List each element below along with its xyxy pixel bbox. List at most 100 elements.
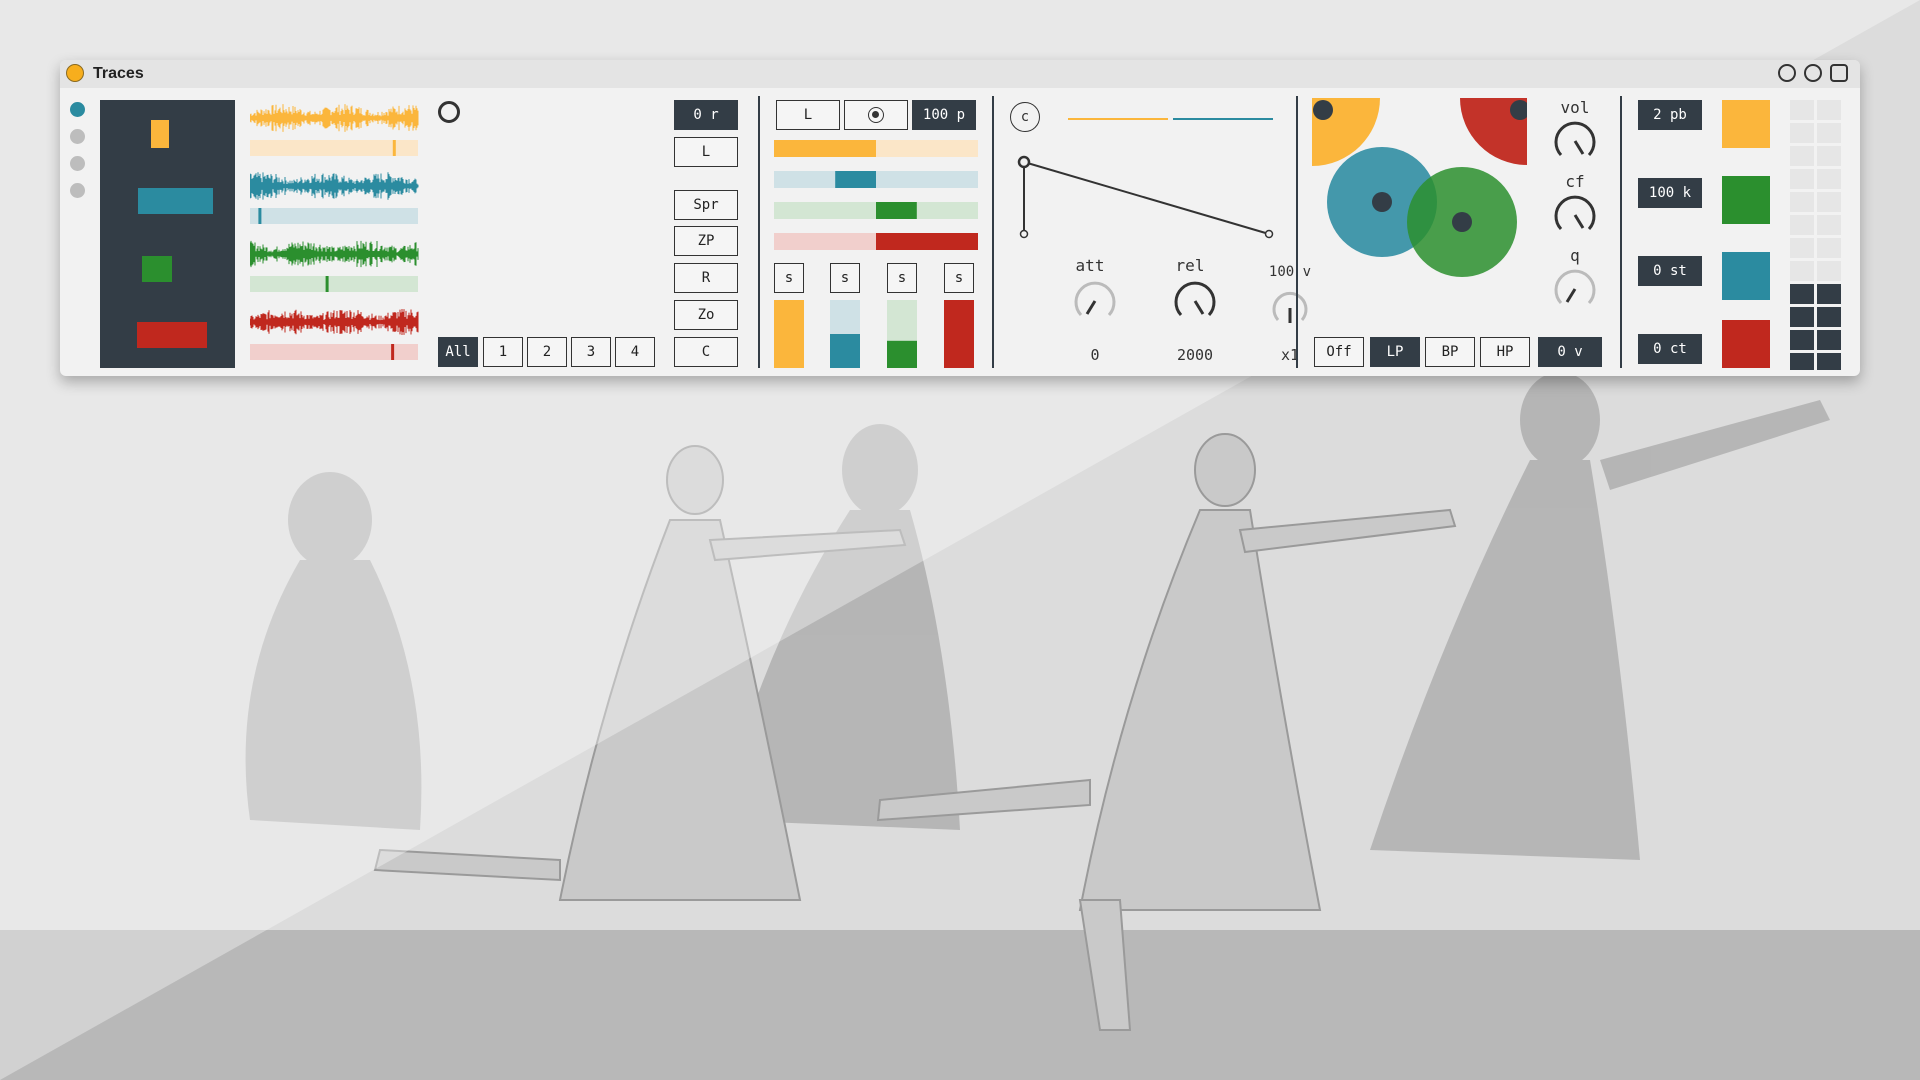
grid-cell[interactable]: [1817, 100, 1841, 120]
xy-pad[interactable]: [1312, 98, 1527, 308]
filter-lp-button[interactable]: LP: [1370, 337, 1420, 367]
track-marker-blue: [138, 188, 213, 214]
target-button[interactable]: [844, 100, 908, 130]
mode-circle-button[interactable]: c: [1010, 102, 1040, 132]
track-dot[interactable]: [70, 102, 85, 117]
divider: [1296, 96, 1298, 368]
grid-cell[interactable]: [1817, 146, 1841, 166]
loop-button[interactable]: L: [674, 137, 738, 167]
select-2-button[interactable]: 2: [527, 337, 567, 367]
record-circle-icon[interactable]: [438, 101, 460, 123]
range-bar-fill[interactable]: [876, 233, 978, 250]
grid-cell[interactable]: [1817, 169, 1841, 189]
q-knob[interactable]: [1552, 266, 1598, 312]
grid-cell[interactable]: [1817, 284, 1841, 304]
solo-button-4[interactable]: s: [944, 263, 974, 293]
range-bar-fill[interactable]: [835, 171, 876, 188]
mult-knob[interactable]: [1270, 288, 1310, 328]
grid-cell[interactable]: [1817, 238, 1841, 258]
grid-cell[interactable]: [1790, 330, 1814, 350]
grid-cell[interactable]: [1790, 169, 1814, 189]
percent-button[interactable]: 100 p: [912, 100, 976, 130]
filter-v-button[interactable]: 0 v: [1538, 337, 1602, 367]
grid-cell[interactable]: [1790, 238, 1814, 258]
playhead-marker[interactable]: [391, 344, 395, 360]
filter-bp-button[interactable]: BP: [1425, 337, 1475, 367]
playhead-marker[interactable]: [258, 208, 262, 224]
color-swatch-yellow[interactable]: [1722, 100, 1770, 148]
playhead-track[interactable]: [250, 140, 418, 156]
track-dot[interactable]: [70, 156, 85, 171]
filter-hp-button[interactable]: HP: [1480, 337, 1530, 367]
semitone-button[interactable]: 0 st: [1638, 256, 1702, 286]
select-1-button[interactable]: 1: [483, 337, 523, 367]
grid-cell[interactable]: [1817, 307, 1841, 327]
att-knob[interactable]: [1072, 278, 1118, 324]
device-panel: Traces 0 r L Spr ZP R Zo C All 1 2 3 4 L…: [60, 60, 1860, 376]
mixer-loop-button[interactable]: L: [776, 100, 840, 130]
rel-value: 2000: [1176, 346, 1214, 364]
save-icon[interactable]: [1830, 64, 1848, 82]
filter-off-button[interactable]: Off: [1314, 337, 1364, 367]
grid-cell[interactable]: [1790, 307, 1814, 327]
grid-cell[interactable]: [1790, 284, 1814, 304]
grid-cell[interactable]: [1817, 123, 1841, 143]
solo-button-2[interactable]: s: [830, 263, 860, 293]
grid-cell[interactable]: [1817, 330, 1841, 350]
grid-cell[interactable]: [1790, 215, 1814, 235]
grid-cell[interactable]: [1790, 146, 1814, 166]
playhead-marker[interactable]: [325, 276, 329, 292]
clear-button[interactable]: C: [674, 337, 738, 367]
refresh-icon[interactable]: [1804, 64, 1822, 82]
color-swatch-blue[interactable]: [1722, 252, 1770, 300]
mixer-range-bars[interactable]: [774, 140, 978, 250]
q-label: q: [1570, 246, 1580, 265]
rel-knob[interactable]: [1172, 278, 1218, 324]
grid-cell[interactable]: [1790, 100, 1814, 120]
spread-button[interactable]: Spr: [674, 190, 738, 220]
cf-knob[interactable]: [1552, 192, 1598, 238]
grid-cell[interactable]: [1817, 215, 1841, 235]
track-dot[interactable]: [70, 129, 85, 144]
track-color-panel[interactable]: [100, 100, 235, 368]
grid-cell[interactable]: [1790, 192, 1814, 212]
playhead-marker[interactable]: [392, 140, 396, 156]
solo-button-1[interactable]: s: [774, 263, 804, 293]
grid-cell[interactable]: [1817, 261, 1841, 281]
grid-cell[interactable]: [1790, 123, 1814, 143]
hotswap-icon[interactable]: [1778, 64, 1796, 82]
level-meters[interactable]: [774, 300, 978, 368]
select-4-button[interactable]: 4: [615, 337, 655, 367]
mode-label: c: [1020, 109, 1030, 125]
vol-knob[interactable]: [1552, 118, 1598, 164]
waveform-display[interactable]: [250, 100, 422, 368]
grid-cell[interactable]: [1790, 353, 1814, 370]
device-title: Traces: [93, 65, 144, 82]
envelope-line-yellow: [1068, 118, 1168, 120]
track-dot[interactable]: [70, 183, 85, 198]
divider: [992, 96, 994, 368]
pitchbend-button[interactable]: 2 pb: [1638, 100, 1702, 130]
select-3-button[interactable]: 3: [571, 337, 611, 367]
color-swatch-red[interactable]: [1722, 320, 1770, 368]
color-swatch-green[interactable]: [1722, 176, 1770, 224]
solo-button-3[interactable]: s: [887, 263, 917, 293]
zoom-button[interactable]: Zo: [674, 300, 738, 330]
select-all-button[interactable]: All: [438, 337, 478, 367]
grid-cell[interactable]: [1817, 192, 1841, 212]
step-grid[interactable]: [1790, 100, 1844, 370]
device-power-icon[interactable]: [66, 64, 84, 82]
zero-pos-button[interactable]: ZP: [674, 226, 738, 256]
grid-cell[interactable]: [1817, 353, 1841, 370]
playhead-track[interactable]: [250, 208, 418, 224]
k-button[interactable]: 100 k: [1638, 178, 1702, 208]
grid-cell[interactable]: [1790, 261, 1814, 281]
vol-label: vol: [1560, 98, 1590, 117]
cents-button[interactable]: 0 ct: [1638, 334, 1702, 364]
record-button[interactable]: 0 r: [674, 100, 738, 130]
range-bar-fill[interactable]: [774, 140, 876, 157]
reverse-button[interactable]: R: [674, 263, 738, 293]
range-bar-fill[interactable]: [876, 202, 917, 219]
playhead-track[interactable]: [250, 276, 418, 292]
envelope-graph[interactable]: [1010, 150, 1280, 250]
